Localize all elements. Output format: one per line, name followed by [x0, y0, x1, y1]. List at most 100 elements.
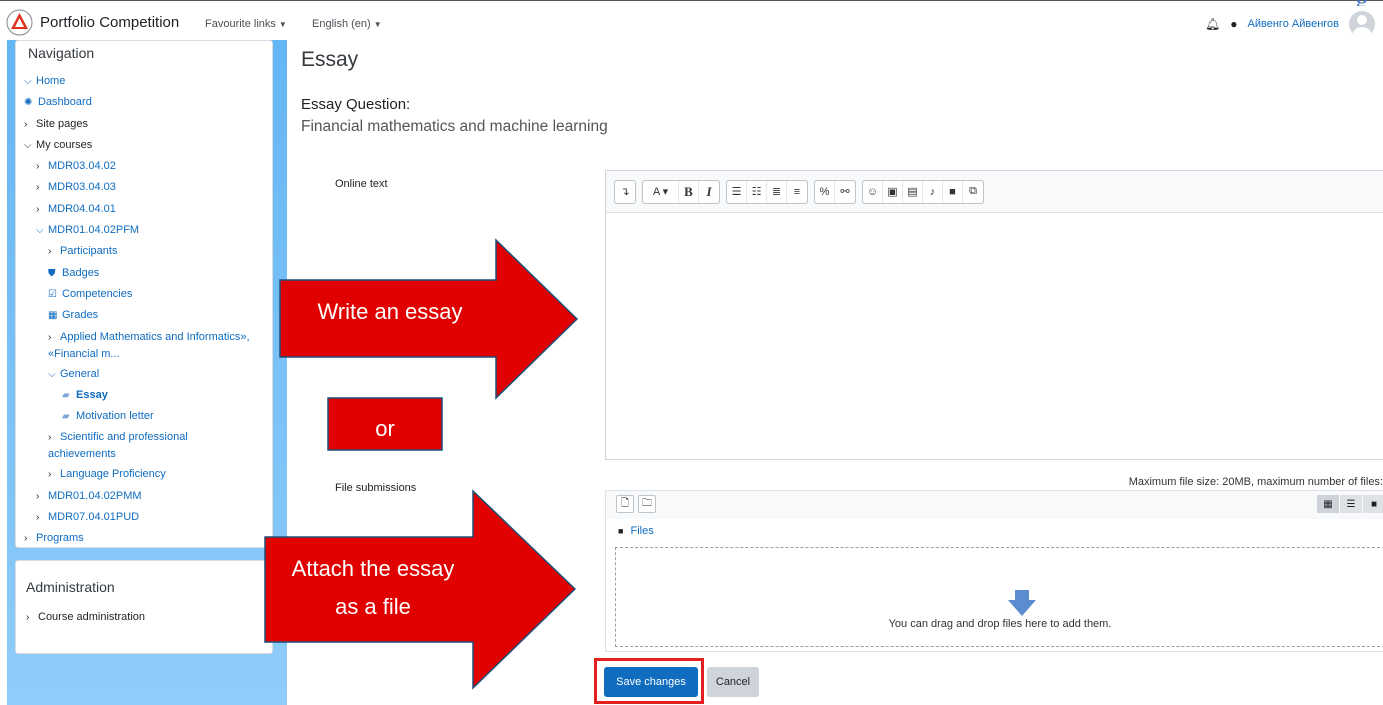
dashboard-icon: ✺: [24, 97, 33, 109]
font-style-icon[interactable]: A ▾: [643, 180, 679, 203]
language-menu[interactable]: English (en) ▼: [312, 18, 382, 30]
nav-course-2[interactable]: › MDR03.04.03: [24, 177, 272, 198]
unlink-icon[interactable]: ⚯: [835, 181, 855, 203]
chevron-down-icon: ⌵: [48, 368, 56, 380]
nav-my-courses[interactable]: ⌵ My courses: [24, 135, 272, 156]
nav-dashboard[interactable]: ✺ Dashboard: [24, 92, 272, 113]
chevron-right-icon: ›: [36, 182, 40, 194]
caret-down-icon: ▼: [373, 20, 382, 29]
avatar[interactable]: [1349, 11, 1375, 37]
italic-icon[interactable]: I: [699, 181, 719, 203]
nav-course-6[interactable]: › MDR07.04.01PUD: [24, 507, 272, 528]
favourite-links-menu[interactable]: Favourite links ▼: [205, 18, 287, 30]
emoji-icon[interactable]: ☺: [863, 180, 883, 203]
nav-programs[interactable]: › Programs: [24, 528, 272, 549]
copy-icon[interactable]: ⧉: [963, 181, 983, 203]
bold-icon[interactable]: B: [679, 180, 699, 203]
cancel-button[interactable]: Cancel: [707, 667, 759, 697]
image-icon[interactable]: ▣: [883, 180, 903, 203]
online-text-label: Online text: [335, 178, 388, 190]
navigation-title: Navigation: [28, 45, 95, 61]
user-menu[interactable]: Айвенго Айвенгов: [1248, 18, 1339, 30]
site-logo-icon[interactable]: [6, 9, 33, 36]
file-dropzone[interactable]: You can drag and drop files here to add …: [615, 547, 1383, 647]
create-folder-icon[interactable]: 🗀︎: [638, 495, 656, 513]
nav-general[interactable]: ⌵ General: [24, 364, 272, 385]
nav-language[interactable]: › Language Proficiency: [24, 464, 272, 485]
annotation-or-text: or: [375, 416, 395, 441]
nav-applied-math[interactable]: › Applied Mathematics and Informatics», «…: [24, 327, 272, 364]
administration-title: Administration: [26, 579, 115, 595]
grid-view-icon[interactable]: ▦: [1317, 495, 1339, 513]
media-icon[interactable]: ▤: [903, 180, 923, 203]
bell-icon[interactable]: 🔔︎: [1205, 17, 1220, 31]
file-picker-toolbar: 🗋︎ 🗀︎ ▦ ☰ ■: [606, 491, 1383, 519]
nav-badges[interactable]: ⛊ Badges: [24, 263, 272, 284]
max-file-size-note: Maximum file size: 20MB, maximum number …: [1128, 476, 1383, 488]
chevron-right-icon: ›: [36, 512, 40, 524]
page-title: Essay: [301, 48, 359, 71]
list-view-icon[interactable]: ☰: [1340, 495, 1362, 513]
nav-drawer: Navigation ⌵ Home ✺ Dashboard › Site pages …: [7, 40, 287, 705]
editor-toolbar: ↴ A ▾ B I ☰ ☷ ≣ ≡ % ⚯ ☺ ▣ ▤ ♪ ■ ⧉: [606, 171, 1383, 213]
ordered-list-icon[interactable]: ☷: [747, 180, 767, 203]
toolbar-group-lists: ☰ ☷ ≣ ≡: [726, 179, 808, 204]
video-camera-icon[interactable]: ■: [943, 180, 963, 203]
toolbar-group-collapse: ↴: [614, 179, 636, 204]
annotation-attach-text-2: as a file: [335, 594, 411, 619]
chevron-right-icon: ›: [48, 246, 52, 258]
chevron-right-icon: ›: [48, 469, 52, 481]
nav-course-4[interactable]: ⌵ MDR01.04.02PFM: [24, 220, 272, 241]
nav-grades[interactable]: ▦ Grades: [24, 305, 272, 326]
outdent-icon[interactable]: ≡: [787, 181, 807, 203]
chevron-right-icon: ›: [48, 331, 52, 343]
navigation-tree: ⌵ Home ✺ Dashboard › Site pages ⌵ My courses…: [16, 71, 272, 550]
administration-block: Administration › Course administration: [15, 560, 273, 654]
chevron-right-icon: ›: [36, 490, 40, 502]
chat-icon[interactable]: ●: [1230, 17, 1237, 31]
file-picker: 🗋︎ 🗀︎ ▦ ☰ ■ ■ Files You can drag and dro…: [605, 490, 1383, 652]
navigation-block: Navigation ⌵ Home ✺ Dashboard › Site pages …: [15, 40, 273, 548]
arrow-down-icon: [1008, 590, 1036, 616]
files-link[interactable]: Files: [631, 525, 654, 537]
link-icon[interactable]: %: [815, 180, 835, 203]
add-file-icon[interactable]: 🗋︎: [616, 495, 634, 513]
nav-participants[interactable]: › Participants: [24, 241, 272, 262]
checkbox-icon: ☑: [48, 288, 57, 300]
toolbar-group-style: A ▾ B I: [642, 179, 720, 204]
chevron-right-icon: ›: [36, 203, 40, 215]
nav-motivation[interactable]: ▰ Motivation letter: [24, 406, 272, 427]
chevron-down-icon: ⌵: [24, 76, 32, 87]
indent-icon[interactable]: ≣: [767, 180, 787, 203]
annotation-box-or: [327, 397, 443, 451]
nav-competencies[interactable]: ☑ Competencies: [24, 284, 272, 305]
question-text: Financial mathematics and machine learni…: [301, 118, 608, 135]
favourite-links-label: Favourite links: [205, 18, 276, 30]
unordered-list-icon[interactable]: ☰: [727, 180, 747, 203]
microphone-icon[interactable]: ♪: [923, 180, 943, 203]
nav-scientific[interactable]: › Scientific and professional achievement…: [24, 427, 272, 464]
assignment-icon: ▰: [62, 411, 70, 423]
caret-down-icon: ▼: [278, 20, 287, 29]
site-name-link[interactable]: Portfolio Competition: [40, 14, 179, 31]
toolbar-group-links: % ⚯: [814, 179, 856, 204]
editor-content-area[interactable]: [606, 213, 1383, 459]
save-changes-button[interactable]: Save changes: [604, 667, 698, 697]
chevron-down-icon: ⌵: [24, 139, 32, 151]
course-administration-item[interactable]: › Course administration: [26, 611, 272, 623]
nav-essay[interactable]: ▰ Essay: [24, 385, 272, 406]
file-path-breadcrumb: ■ Files: [618, 525, 654, 537]
chevron-down-icon: ⌵: [36, 225, 44, 237]
nav-course-3[interactable]: › MDR04.04.01: [24, 199, 272, 220]
chevron-right-icon: ›: [26, 612, 30, 623]
nav-site-pages[interactable]: › Site pages: [24, 114, 272, 135]
nav-course-1[interactable]: › MDR03.04.02: [24, 156, 272, 177]
folder-view-icon[interactable]: ■: [1363, 495, 1383, 513]
nav-course-5[interactable]: › MDR01.04.02PMM: [24, 486, 272, 507]
language-label: English (en): [312, 18, 371, 30]
shield-icon: ⛊: [48, 267, 56, 279]
collapse-icon[interactable]: ↴: [615, 181, 635, 203]
top-navbar: Portfolio Competition Favourite links ▼ E…: [0, 6, 1383, 40]
nav-home[interactable]: ⌵ Home: [24, 71, 272, 92]
assignment-icon: ▰: [62, 389, 70, 401]
